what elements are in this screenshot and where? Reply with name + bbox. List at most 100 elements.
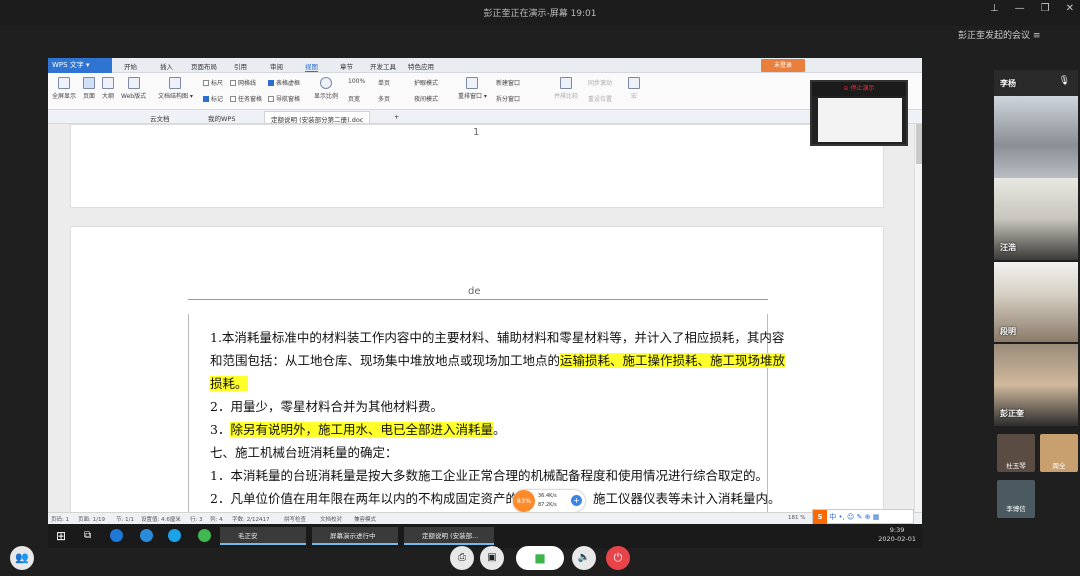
document-line[interactable]: 和范围包括：从工地仓库、现场集中堆放地点或现场加工地点的运输损耗、施工操作损耗、… xyxy=(210,349,786,372)
hangup-icon[interactable]: ⏻ xyxy=(606,546,630,570)
document-line[interactable]: 损耗。 xyxy=(210,372,780,395)
menu-developer[interactable]: 开发工具 xyxy=(370,61,396,71)
participant-name: 段明 xyxy=(1000,327,1016,336)
share-screen-icon[interactable]: ⎙ xyxy=(450,546,474,570)
highlighted-text: 除另有说明外，施工用水、电已全部进入消耗量 xyxy=(230,422,493,437)
menu-bar: WPS 文字 ▾ 开始 插入 页面布局 引用 审阅 视图 章节 开发工具 特色应… xyxy=(48,58,922,73)
close-icon[interactable]: ✕ xyxy=(1066,3,1074,14)
page-view-button[interactable]: 页面 xyxy=(83,77,95,100)
speaker-icon[interactable]: 🔈 xyxy=(572,546,596,570)
download-speed: 87.2K/s xyxy=(538,502,557,508)
status-bar: 页码: 1 页面: 1/19 节: 1/1 设置值: 4.6厘米 行: 3 列:… xyxy=(48,512,922,524)
web-view-button[interactable]: Web版式 xyxy=(121,77,146,100)
tab-document[interactable]: 定额说明 (安装部分第二册).doc xyxy=(264,111,371,124)
pin-icon[interactable]: ⊥ xyxy=(990,3,999,14)
line-text: 1．本消耗量的台班消耗量是按大多数施工企业正常合理的机械配备程度和使用情况进行综… xyxy=(210,468,768,483)
folder-icon[interactable]: ▣ xyxy=(480,546,504,570)
page-header: de xyxy=(468,286,481,297)
menu-home[interactable]: 开始 xyxy=(124,61,137,71)
status-page: 页码: 1 xyxy=(51,517,70,523)
document-line[interactable]: 1.本消耗量标准中的材料装工作内容中的主要材料、辅助材料和零星材料等，并计入了相… xyxy=(210,326,784,349)
participant-tile[interactable] xyxy=(994,96,1078,178)
wps-logo[interactable]: WPS 文字 ▾ xyxy=(48,58,112,73)
zoom-level[interactable]: 181 % xyxy=(788,515,805,521)
compare-button[interactable]: 并排比较 xyxy=(554,77,578,100)
menu-special[interactable]: 特色应用 xyxy=(408,61,434,71)
document-line[interactable]: 七、施工机械台班消耗量的确定： xyxy=(210,441,780,464)
status-pages: 页面: 1/19 xyxy=(78,517,105,523)
status-section: 节: 1/1 xyxy=(116,517,134,523)
page-width-button[interactable]: 页宽 xyxy=(348,94,360,103)
taskpane-checkbox[interactable]: 任务窗格 xyxy=(230,94,262,103)
rearrange-window-button[interactable]: 重排窗口 ▾ xyxy=(458,77,487,100)
gridlines-checkbox[interactable]: 网格线 xyxy=(230,78,256,87)
reset-position-button[interactable]: 重设位置 xyxy=(588,94,612,103)
header-line xyxy=(188,299,768,300)
plus-icon[interactable]: + xyxy=(571,495,582,506)
marks-checkbox[interactable]: 标记 xyxy=(203,94,223,103)
menu-chapter[interactable]: 章节 xyxy=(340,61,353,71)
participant-tile[interactable]: 彭正奎 xyxy=(994,344,1078,426)
table-lines-checkbox[interactable]: 表格虚框 xyxy=(268,78,300,87)
window-title: 彭正奎正在演示-屏幕 19:01 xyxy=(483,9,597,19)
ribbon: WPS 文字 ▾ 开始 插入 页面布局 引用 审阅 视图 章节 开发工具 特色应… xyxy=(48,58,922,110)
menu-reference[interactable]: 引用 xyxy=(234,61,247,71)
line-text: 和范围包括：从工地仓库、现场集中堆放地点或现场加工地点的 xyxy=(210,353,561,368)
new-window-button[interactable]: 新建窗口 xyxy=(496,78,520,87)
participant-tile[interactable]: 汪浩 xyxy=(994,178,1078,260)
participant-tile[interactable]: 段明 xyxy=(994,262,1078,342)
document-line[interactable]: 1．本消耗量的台班消耗量是按大多数施工企业正常合理的机械配备程度和使用情况进行综… xyxy=(210,464,780,487)
sogou-icon[interactable]: S xyxy=(813,510,827,524)
scroll-thumb[interactable] xyxy=(916,124,922,164)
document-area[interactable]: 1 de 1.本消耗量标准中的材料装工作内容中的主要材料、辅助材料和零星材料等，… xyxy=(48,124,914,529)
document-line[interactable]: 3．除另有说明外，施工用水、电已全部进入消耗量。 xyxy=(210,418,780,441)
spell-check[interactable]: 拼写检查 xyxy=(284,515,306,523)
document-text[interactable]: 1.本消耗量标准中的材料装工作内容中的主要材料、辅助材料和零星材料等，并计入了相… xyxy=(210,326,786,533)
zoom-button[interactable]: 显示比例 xyxy=(314,77,338,100)
menu-layout[interactable]: 页面布局 xyxy=(191,61,217,71)
fullscreen-button[interactable]: 全屏显示 xyxy=(52,77,76,100)
minimize-icon[interactable]: — xyxy=(1015,3,1025,14)
document-tabs: 云文档 我的WPS 定额说明 (安装部分第二册).doc + xyxy=(48,110,922,124)
doc-proof[interactable]: 文档校对 xyxy=(320,515,342,523)
new-tab-icon[interactable]: + xyxy=(394,113,399,121)
zoom-100-button[interactable]: 100% xyxy=(348,78,365,85)
login-button[interactable]: 未登录 xyxy=(761,59,805,72)
meeting-controls: 👥 ⎙ ▣ ■ 🔈 ⏻ xyxy=(0,540,1080,576)
menu-view[interactable]: 视图 xyxy=(305,61,318,72)
navpane-checkbox[interactable]: 导航窗格 xyxy=(268,94,300,103)
tab-cloud-docs[interactable]: 云文档 xyxy=(150,113,170,123)
stop-presenting-button[interactable]: ⊝ 停止演示 xyxy=(812,82,906,96)
outline-view-button[interactable]: 大纲 xyxy=(102,77,114,100)
one-page-button[interactable]: 单页 xyxy=(378,78,390,87)
speed-widget[interactable]: 83% 36.4K/s 87.2K/s + xyxy=(513,490,585,512)
camera-icon[interactable]: ■ xyxy=(516,546,564,570)
restore-icon[interactable]: ❐ xyxy=(1041,3,1050,14)
eye-mode-button[interactable]: 护眼模式 xyxy=(414,78,438,87)
presentation-preview: ⊝ 停止演示 xyxy=(810,80,908,146)
mic-icon: 🎙 xyxy=(1058,76,1070,86)
participant-name: 汪浩 xyxy=(1000,243,1016,252)
line-text: 七、施工机械台班消耗量的确定： xyxy=(210,445,398,460)
docmap-button[interactable]: 文档结构图 ▾ xyxy=(158,77,193,100)
ruler-checkbox[interactable]: 标尺 xyxy=(203,78,223,87)
multi-page-button[interactable]: 多页 xyxy=(378,94,390,103)
list-icon[interactable]: ≡ xyxy=(1033,31,1041,41)
split-window-button[interactable]: 拆分窗口 xyxy=(496,94,520,103)
menu-insert[interactable]: 插入 xyxy=(160,61,173,71)
highlighted-text: 运输损耗、施工操作损耗、施工现场堆放 xyxy=(560,353,786,368)
status-row: 行: 3 xyxy=(190,517,203,523)
vertical-scrollbar[interactable] xyxy=(914,124,922,512)
ime-toolbar[interactable]: S 中 •, ☺ ✎ ⊕ ▦ xyxy=(812,509,914,524)
ime-lang[interactable]: 中 xyxy=(829,513,836,521)
document-line[interactable]: 2．用量少，零星材料合并为其他材料费。 xyxy=(210,395,780,418)
participant-name: 彭正奎 xyxy=(1000,409,1024,418)
night-mode-button[interactable]: 夜间模式 xyxy=(414,94,438,103)
compat-mode: 兼容模式 xyxy=(354,517,377,523)
macro-button[interactable]: 宏 xyxy=(628,77,640,100)
menu-review[interactable]: 审阅 xyxy=(270,61,283,71)
tab-my-wps[interactable]: 我的WPS xyxy=(208,113,235,123)
sync-scroll-button[interactable]: 同步滚动 xyxy=(588,78,612,87)
participants-icon[interactable]: 👥 xyxy=(10,546,34,570)
document-line[interactable]: 2．凡单位价值在用年限在两年以内的不构成固定资产的工具、用具、施工仪器仪表等未计… xyxy=(210,487,780,510)
